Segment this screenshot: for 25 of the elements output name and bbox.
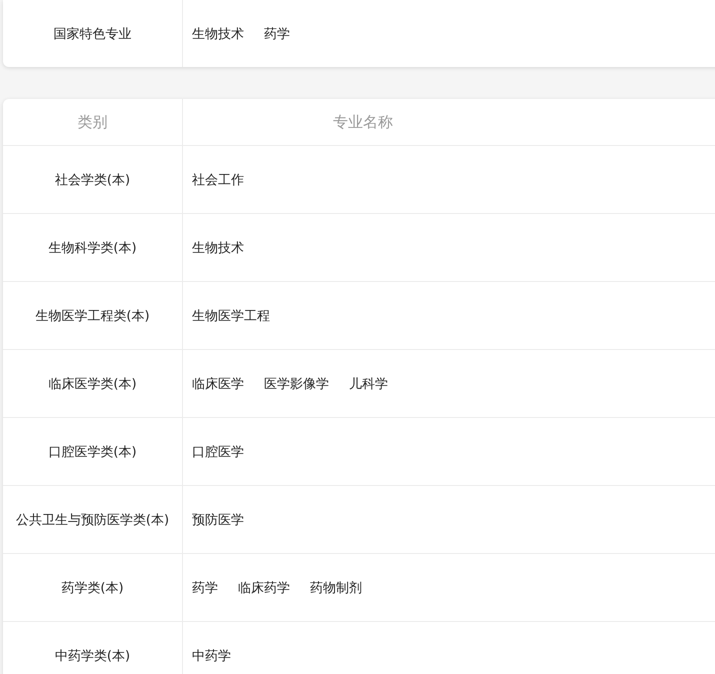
major-name: 中药学 bbox=[192, 648, 231, 664]
major-name: 社会工作 bbox=[192, 172, 244, 188]
major-name: 口腔医学 bbox=[192, 444, 244, 460]
category-cell-text: 生物科学类(本) bbox=[48, 240, 137, 256]
major-name: 儿科学 bbox=[349, 376, 388, 392]
major-name: 药物制剂 bbox=[310, 580, 362, 596]
category-cell-text: 口腔医学类(本) bbox=[48, 444, 137, 460]
category-cell-text: 社会学类(本) bbox=[54, 172, 130, 188]
category-cell-text: 公共卫生与预防医学类(本) bbox=[16, 512, 170, 528]
category-cell-text: 临床医学类(本) bbox=[48, 376, 137, 392]
major-name: 药学 bbox=[192, 580, 218, 596]
major-name: 临床医学 bbox=[192, 376, 244, 392]
category-cell-text: 生物医学工程类(本) bbox=[35, 308, 150, 324]
category-cell-text: 中药学类(本) bbox=[54, 648, 130, 664]
row-label: 国家特色专业 bbox=[54, 26, 132, 42]
major-name: 预防医学 bbox=[192, 512, 244, 528]
major-name: 生物医学工程 bbox=[192, 308, 270, 324]
column-header: 类别 bbox=[78, 112, 108, 132]
major-name: 药学 bbox=[264, 26, 290, 42]
major-name: 临床药学 bbox=[238, 580, 290, 596]
major-name: 生物技术 bbox=[192, 26, 244, 42]
major-name: 生物技术 bbox=[192, 240, 244, 256]
major-name: 医学影像学 bbox=[264, 376, 329, 392]
column-header: 专业名称 bbox=[333, 112, 393, 132]
category-cell-text: 药学类(本) bbox=[61, 580, 124, 596]
